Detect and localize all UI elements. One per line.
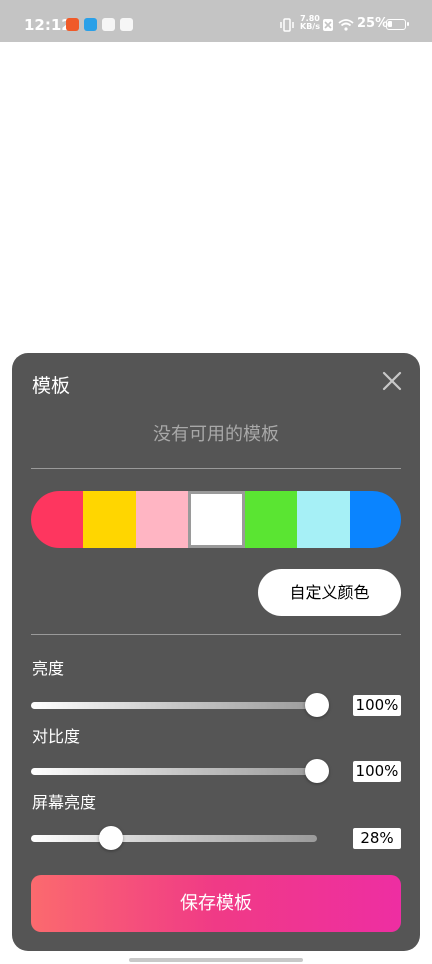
mail-notification-icon	[120, 18, 133, 31]
color-swatch[interactable]	[350, 491, 401, 548]
brightness-value: 100%	[353, 695, 401, 716]
empty-templates-text: 没有可用的模板	[153, 424, 279, 445]
screen-brightness-slider-thumb[interactable]	[99, 826, 124, 850]
battery-percent: 25%	[357, 16, 389, 31]
contrast-value: 100%	[353, 761, 401, 782]
template-panel: 模板 没有可用的模板 自定义颜色 亮度 100% 对比度 100% 屏幕亮度 2…	[12, 353, 420, 951]
screen-brightness-label: 屏幕亮度	[32, 793, 97, 812]
save-template-button[interactable]: 保存模板	[31, 875, 401, 932]
network-speed: 7.80 KB/s	[300, 14, 320, 31]
browser-notification-icon	[84, 18, 97, 31]
status-bar: 12:12 7.80 KB/s 25%	[0, 0, 432, 42]
close-icon[interactable]	[378, 367, 406, 395]
contrast-slider[interactable]	[31, 759, 329, 783]
wifi-icon	[338, 19, 354, 31]
divider	[31, 468, 401, 469]
contrast-slider-thumb[interactable]	[305, 759, 329, 783]
status-time: 12:12	[24, 16, 72, 34]
app-notification-icon	[66, 18, 79, 31]
brightness-slider-thumb[interactable]	[305, 693, 329, 717]
battery-level	[388, 21, 392, 27]
color-swatch[interactable]	[136, 491, 188, 548]
custom-color-button[interactable]: 自定义颜色	[258, 569, 401, 616]
leaf-notification-icon	[102, 18, 115, 31]
battery-icon	[386, 19, 409, 30]
brightness-slider[interactable]	[31, 693, 329, 717]
vibrate-icon	[280, 18, 294, 32]
color-swatch-row	[31, 491, 401, 548]
home-indicator[interactable]	[129, 958, 303, 962]
color-swatch[interactable]	[297, 491, 350, 548]
color-swatch[interactable]	[83, 491, 136, 548]
divider	[31, 634, 401, 635]
color-swatch[interactable]	[31, 491, 83, 548]
panel-title: 模板	[32, 375, 71, 397]
brightness-label: 亮度	[32, 659, 65, 678]
no-sim-icon	[323, 19, 333, 31]
color-swatch[interactable]	[188, 491, 245, 548]
screen-brightness-value: 28%	[353, 828, 401, 849]
color-swatch[interactable]	[245, 491, 297, 548]
contrast-label: 对比度	[32, 727, 81, 746]
screen-brightness-slider[interactable]	[31, 826, 317, 850]
